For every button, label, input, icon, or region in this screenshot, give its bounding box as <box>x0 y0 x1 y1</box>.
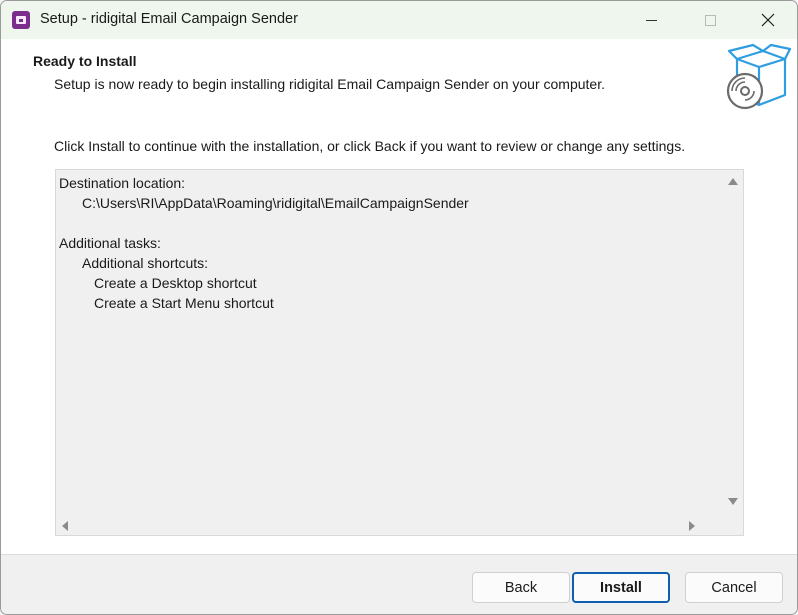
back-button[interactable]: Back <box>472 572 570 603</box>
shortcut-start-menu: Create a Start Menu shortcut <box>94 295 274 311</box>
page-subtitle: Setup is now ready to begin installing r… <box>54 76 605 92</box>
window-title: Setup - ridigital Email Campaign Sender <box>40 11 298 27</box>
setup-window: Setup - ridigital Email Campaign Sender … <box>0 0 798 615</box>
cancel-button[interactable]: Cancel <box>685 572 783 603</box>
shortcuts-heading: Additional shortcuts: <box>82 255 209 271</box>
shortcut-desktop: Create a Desktop shortcut <box>94 275 257 291</box>
instruction-text: Click Install to continue with the insta… <box>54 138 686 154</box>
destination-heading: Destination location: <box>59 175 186 191</box>
title-bar[interactable]: Setup - ridigital Email Campaign Sender <box>1 1 797 39</box>
ready-memo[interactable]: Destination location: C:\Users\RI\AppDat… <box>55 169 744 536</box>
software-box-disc-icon <box>726 43 791 110</box>
horizontal-scrollbar[interactable] <box>56 515 723 535</box>
install-button[interactable]: Install <box>572 572 670 603</box>
wizard-content: Click Install to continue with the insta… <box>1 119 797 555</box>
maximize-button <box>687 1 733 39</box>
wizard-footer: Back Install Cancel <box>1 554 797 614</box>
page-title: Ready to Install <box>33 53 137 69</box>
scroll-left-icon[interactable] <box>62 521 68 531</box>
minimize-button[interactable] <box>628 1 674 39</box>
scroll-up-icon[interactable] <box>728 178 738 185</box>
close-icon <box>761 13 775 27</box>
maximize-icon <box>704 14 716 26</box>
tasks-heading: Additional tasks: <box>59 235 161 251</box>
installer-app-icon <box>12 11 30 29</box>
wizard-header: Ready to Install Setup is now ready to b… <box>1 39 797 119</box>
scroll-down-icon[interactable] <box>728 498 738 505</box>
destination-path: C:\Users\RI\AppData\Roaming\ridigital\Em… <box>82 195 469 211</box>
scroll-right-icon[interactable] <box>689 521 695 531</box>
vertical-scrollbar[interactable] <box>723 170 743 515</box>
close-button[interactable] <box>745 1 791 39</box>
minimize-icon <box>645 19 657 21</box>
